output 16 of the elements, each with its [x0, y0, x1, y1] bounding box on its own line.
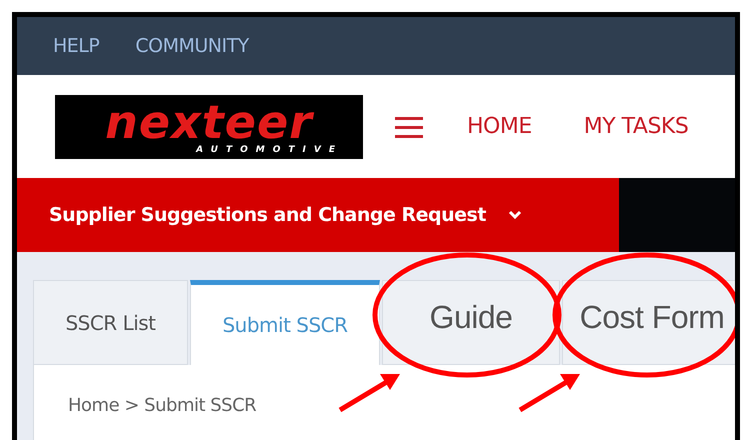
top-link[interactable]: HELP — [53, 35, 100, 57]
tab[interactable]: Guide — [382, 280, 560, 365]
tab[interactable]: SSCR List — [33, 280, 188, 365]
nav-link[interactable]: HOME — [467, 114, 532, 139]
breadcrumb: Home > Submit SSCR — [68, 395, 256, 416]
app-title[interactable]: Supplier Suggestions and Change Request — [49, 204, 486, 226]
tab[interactable]: Submit SSCR — [190, 280, 380, 365]
logo-name: nexteer — [105, 98, 313, 144]
tab[interactable]: Cost Form — [562, 280, 735, 365]
pointer-arrow — [338, 374, 400, 412]
top-link[interactable]: COMMUNITY — [135, 35, 249, 57]
menu-icon[interactable] — [395, 116, 423, 138]
nav-link[interactable]: MY TASKS — [584, 114, 688, 139]
chevron-down-icon[interactable] — [508, 210, 522, 220]
logo-tagline: AUTOMOTIVE — [196, 144, 343, 154]
pointer-arrow — [518, 374, 580, 412]
